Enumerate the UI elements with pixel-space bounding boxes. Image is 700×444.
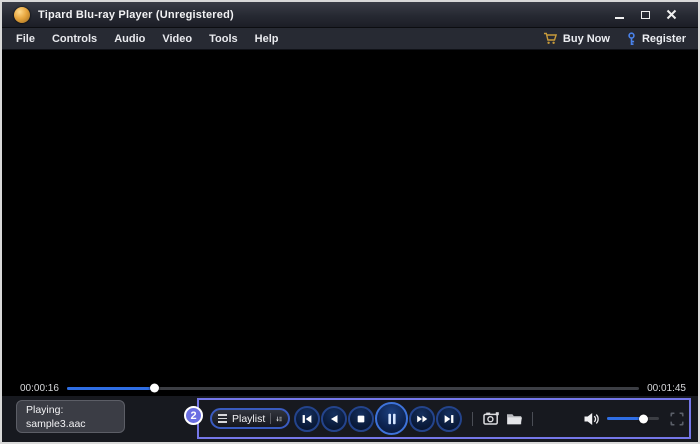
key-icon (628, 31, 635, 45)
cart-icon (543, 32, 557, 44)
fast-forward-button[interactable] (409, 405, 435, 432)
playlist-menu-icon (218, 414, 227, 423)
minimize-button[interactable] (612, 8, 626, 22)
menu-file[interactable]: File (16, 33, 35, 45)
fullscreen-icon[interactable] (669, 411, 685, 427)
app-logo-icon (14, 6, 30, 23)
volume-icon[interactable] (583, 411, 601, 427)
seek-bar[interactable] (66, 383, 640, 393)
menu-controls[interactable]: Controls (52, 33, 97, 45)
register-label: Register (641, 32, 686, 45)
buy-now-button[interactable]: Buy Now (543, 32, 610, 45)
menu-help[interactable]: Help (255, 33, 279, 45)
volume-level (607, 414, 648, 423)
snapshot-button[interactable] (482, 411, 500, 427)
register-button[interactable]: Register (626, 31, 686, 46)
title-bar: Tipard Blu-ray Player (Unregistered) (2, 2, 698, 28)
maximize-button[interactable] (638, 8, 652, 22)
menu-audio[interactable]: Audio (114, 33, 145, 45)
annotation-step-badge: 2 (184, 406, 203, 425)
playlist-button[interactable]: Playlist (210, 408, 290, 429)
highlighted-controls-region: Playlist (197, 398, 691, 439)
seek-handle[interactable] (149, 383, 159, 393)
menu-video[interactable]: Video (162, 33, 192, 45)
maximize-icon (640, 10, 650, 19)
open-file-button[interactable] (505, 411, 523, 427)
now-playing-box: Playing: sample3.aac (16, 400, 125, 433)
playlist-order-icon[interactable] (276, 413, 282, 425)
window-controls (612, 8, 688, 22)
separator (472, 411, 473, 426)
volume-group (583, 411, 685, 427)
minimize-icon (614, 16, 624, 19)
menu-bar-right: Buy Now Register (543, 31, 686, 46)
volume-handle[interactable] (639, 414, 648, 423)
window-title: Tipard Blu-ray Player (Unregistered) (38, 8, 234, 21)
control-bar: Playing: sample3.aac 2 Playlist (2, 396, 698, 442)
separator (532, 411, 533, 426)
close-button[interactable] (664, 8, 678, 22)
camera-icon (482, 412, 499, 425)
close-icon (666, 9, 676, 20)
seek-row: 00:00:16 00:01:45 (2, 380, 698, 396)
next-icon (444, 414, 454, 423)
next-button[interactable] (436, 405, 462, 432)
stop-icon (357, 415, 365, 422)
previous-icon (302, 414, 312, 423)
stop-button[interactable] (348, 405, 374, 432)
volume-slider[interactable] (607, 414, 659, 423)
fast-forward-icon (417, 415, 428, 422)
app-window: Tipard Blu-ray Player (Unregistered) Fil… (0, 0, 700, 444)
buy-now-label: Buy Now (562, 32, 610, 45)
video-display-area[interactable] (2, 50, 698, 380)
current-time: 00:00:16 (20, 382, 59, 394)
menu-tools[interactable]: Tools (209, 33, 238, 45)
pause-button[interactable] (375, 402, 408, 435)
previous-button[interactable] (294, 405, 320, 432)
playlist-label: Playlist (232, 412, 266, 425)
menu-bar: File Controls Audio Video Tools Help Buy… (2, 28, 698, 50)
pause-icon (387, 413, 396, 424)
now-playing-filename: sample3.aac (26, 418, 86, 430)
now-playing-label: Playing: (26, 404, 64, 416)
total-time: 00:01:45 (647, 382, 686, 394)
playlist-divider (270, 413, 271, 424)
folder-icon (506, 413, 522, 424)
rewind-icon (330, 414, 338, 423)
seek-progress (66, 383, 159, 393)
rewind-button[interactable] (321, 405, 347, 432)
